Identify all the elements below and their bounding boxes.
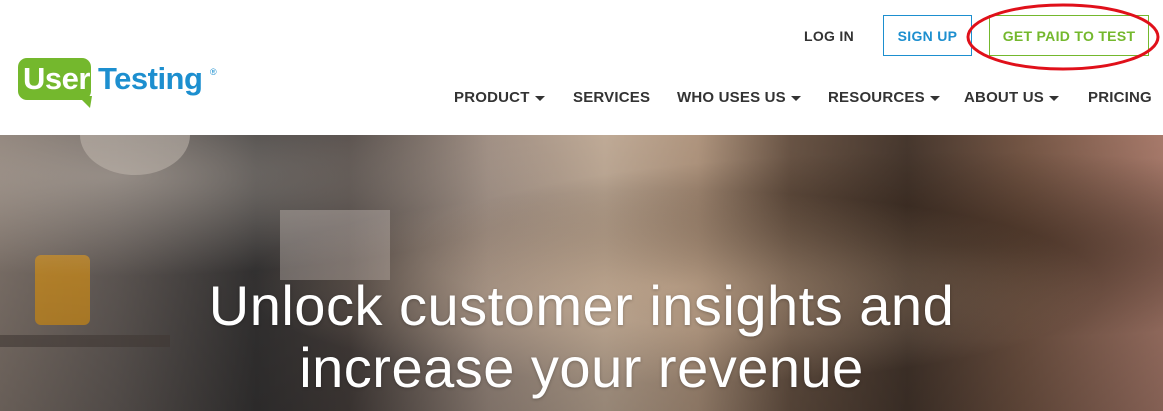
logo-bubble-tail (78, 96, 92, 108)
nav-pricing[interactable]: PRICING (1088, 89, 1152, 106)
nav-who-uses-us[interactable]: WHO USES US (677, 89, 801, 106)
caret-down-icon (790, 95, 801, 101)
hero-headline: Unlock customer insights and increase yo… (0, 275, 1163, 399)
logo-testing-text: Testing (98, 61, 203, 96)
caret-down-icon (1048, 95, 1059, 101)
nav-resources-label: RESOURCES (828, 89, 925, 106)
site-header: User Testing ® LOG IN SIGN UP GET PAID T… (0, 0, 1163, 135)
caret-down-icon (929, 95, 940, 101)
caret-down-icon (534, 95, 545, 101)
hero-headline-line1: Unlock customer insights and (208, 274, 955, 337)
nav-product-label: PRODUCT (454, 89, 530, 106)
hero-headline-line2: increase your revenue (299, 336, 864, 399)
hero-banner: Unlock customer insights and increase yo… (0, 135, 1163, 411)
nav-services[interactable]: SERVICES (573, 89, 650, 106)
nav-who-uses-us-label: WHO USES US (677, 89, 786, 106)
get-paid-to-test-button[interactable]: GET PAID TO TEST (989, 15, 1149, 56)
nav-pricing-label: PRICING (1088, 89, 1152, 106)
logo-registered-mark: ® (210, 67, 217, 77)
login-link[interactable]: LOG IN (804, 28, 854, 44)
nav-about-us[interactable]: ABOUT US (964, 89, 1059, 106)
nav-resources[interactable]: RESOURCES (828, 89, 940, 106)
nav-product[interactable]: PRODUCT (454, 89, 545, 106)
nav-about-us-label: ABOUT US (964, 89, 1044, 106)
usertesting-logo[interactable]: User Testing ® (18, 58, 228, 108)
logo-user-text: User (23, 61, 90, 96)
nav-services-label: SERVICES (573, 89, 651, 106)
signup-button[interactable]: SIGN UP (883, 15, 972, 56)
